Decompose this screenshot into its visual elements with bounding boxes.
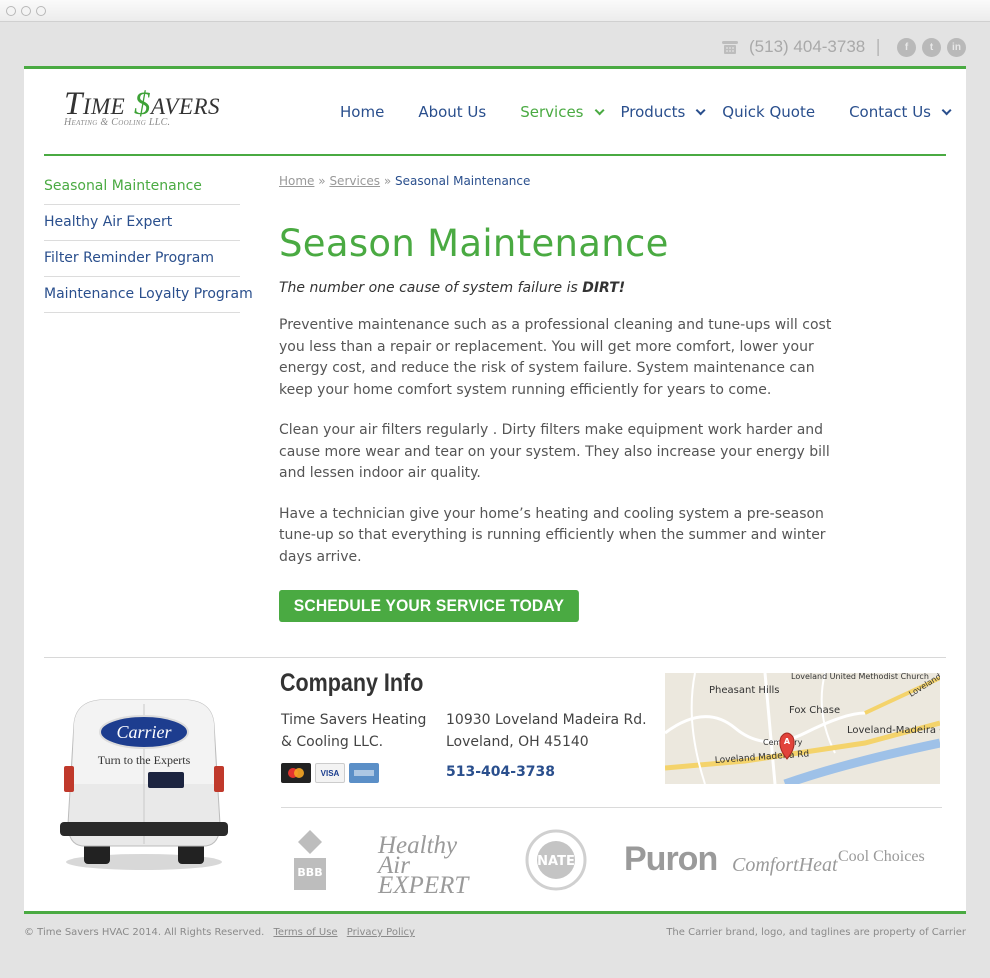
comfortheat-logo: ComfortHeat [732,854,838,876]
nav-services-label: Services [520,103,584,121]
nav-about-label: About Us [418,103,487,121]
header-separator: | [875,37,881,57]
chevron-down-icon [594,104,605,115]
nav-home-label: Home [340,103,385,121]
page-title: Season Maintenance [279,222,669,265]
payment-methods: VISA [281,763,383,783]
facebook-icon[interactable]: f [897,37,916,57]
privacy-link[interactable]: Privacy Policy [347,927,415,938]
nav-about-us[interactable]: About Us [418,103,486,121]
puron-logo: Puron [624,840,718,878]
map-label: Pheasant Hills [709,685,780,696]
address-line-2: Loveland, OH 45140 [446,734,589,750]
nate-logo-text: NATE [537,854,575,869]
amex-icon [349,763,379,783]
cool-choices-logo: Cool Choices [838,848,925,865]
breadcrumb-services[interactable]: Services [329,174,380,188]
partner-logos: BBB Healthy Air EXPERT NATE Puron Comfor… [286,824,936,899]
location-map[interactable]: Loveland United Methodist Church Pheasan… [665,673,940,784]
footer-left: © Time Savers HVAC 2014. All Rights Rese… [24,927,415,938]
paragraph: Have a technician give your home’s heati… [279,505,826,565]
healthy-air-expert-logo: Healthy Air EXPERT [378,832,469,899]
copyright-text: © Time Savers HVAC 2014. All Rights Rese… [24,927,265,938]
page-card: Time $avers Heating & Cooling LLC. Home … [24,66,966,914]
breadcrumb: Home » Services » Seasonal Maintenance [279,174,849,188]
visa-icon: VISA [315,763,345,783]
company-info-heading: Company Info [280,669,424,697]
mastercard-icon [281,763,311,783]
main-content: Home » Services » Seasonal Maintenance S… [279,169,849,622]
footer-phone-link[interactable]: 513-404-3738 [446,764,555,780]
breadcrumb-separator: » [383,174,392,188]
window-zoom-button[interactable] [36,6,46,16]
breadcrumb-home[interactable]: Home [279,174,314,188]
phone-icon [722,41,738,54]
map-marker-label: A [784,737,791,746]
map-label: Fox Chase [789,705,840,716]
lead-text: The number one cause of system failure i… [279,280,849,296]
nav-home[interactable]: Home [340,103,384,121]
bbb-logo-text: BBB [297,866,322,879]
window-minimize-button[interactable] [21,6,31,16]
linkedin-icon[interactable]: in [947,37,966,57]
lead-text-body: The number one cause of system failure i… [279,280,583,296]
header-phone-number[interactable]: (513) 404-3738 [749,37,865,57]
nav-quick-quote-label: Quick Quote [722,103,816,121]
sidebar-item-healthy-air-expert[interactable]: Healthy Air Expert [44,205,240,241]
nav-contact-label: Contact Us [849,103,931,121]
paragraph: Clean your air filters regularly . Dirty… [279,422,830,481]
window-close-button[interactable] [6,6,16,16]
browser-window-bar [0,0,990,22]
lead-text-emphasis: DIRT! [582,280,626,296]
twitter-icon[interactable]: t [922,37,941,57]
carrier-disclaimer: The Carrier brand, logo, and taglines ar… [666,927,966,938]
chevron-down-icon [695,104,706,115]
sidebar-item-filter-reminder[interactable]: Filter Reminder Program [44,241,240,277]
sidebar-nav: Seasonal Maintenance Healthy Air Expert … [44,169,253,313]
sidebar-item-loyalty-program[interactable]: Maintenance Loyalty Program [44,277,253,313]
carrier-van-image: Carrier Turn to the Experts [60,699,228,870]
nav-products[interactable]: Products [620,103,706,121]
nav-services[interactable]: Services [520,103,605,121]
breadcrumb-current: Seasonal Maintenance [395,174,531,188]
schedule-service-button[interactable]: SCHEDULE YOUR SERVICE TODAY [279,590,579,622]
header-divider [44,154,946,156]
partners-divider [281,807,942,808]
address-line-1: 10930 Loveland Madeira Rd. [446,712,647,728]
van-tagline: Turn to the Experts [98,753,191,767]
terms-link[interactable]: Terms of Use [273,927,337,938]
nav-contact-us[interactable]: Contact Us [849,103,952,121]
top-contact-bar: (513) 404-3738 | f t in [721,36,966,58]
sidebar-item-seasonal-maintenance[interactable]: Seasonal Maintenance [44,169,240,205]
bbb-logo: BBB [294,830,326,890]
van-brand-logo: Carrier [116,722,172,742]
map-label: Loveland-Madeira Corridor [847,725,940,736]
paragraph: Preventive maintenance such as a profess… [279,317,832,398]
company-name: Time Savers Heating & Cooling LLC. [281,712,427,750]
nate-logo: NATE [525,829,587,891]
chevron-down-icon [941,104,952,115]
nav-quick-quote[interactable]: Quick Quote [722,103,815,121]
main-nav: Home About Us Services Products Quick Qu… [340,103,952,121]
map-label: Loveland United Methodist Church [791,673,929,681]
breadcrumb-separator: » [318,174,326,188]
nav-products-label: Products [620,103,686,121]
footer-divider [44,657,946,658]
site-logo[interactable]: Time $avers Heating & Cooling LLC. [64,86,220,128]
company-address: 10930 Loveland Madeira Rd. Loveland, OH … [446,709,647,753]
